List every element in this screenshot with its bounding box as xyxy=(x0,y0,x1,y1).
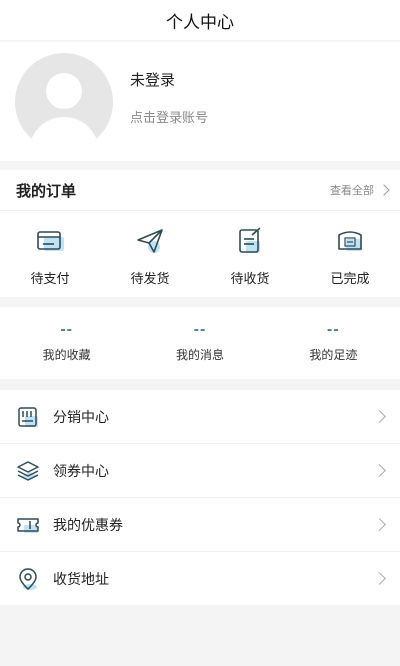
stat-messages-value: -- xyxy=(193,323,207,338)
chevron-right-icon xyxy=(378,184,390,196)
profile-text: 未登录 点击登录账号 xyxy=(130,53,330,151)
menu-item-address[interactable]: 收货地址 xyxy=(0,552,400,605)
layers-icon xyxy=(17,460,39,481)
orders-section: 我的订单 查看全部 待支付 待发货 待收货 已完成 xyxy=(0,170,400,297)
orders-header: 我的订单 查看全部 xyxy=(0,170,400,211)
view-all-orders-link[interactable]: 查看全部 xyxy=(330,182,390,198)
menu-item-address-label: 收货地址 xyxy=(53,571,109,588)
profile-name: 未登录 xyxy=(130,70,176,89)
stat-favorites[interactable]: -- 我的收藏 xyxy=(0,307,133,379)
wallet-icon xyxy=(37,231,64,251)
page-title: 个人中心 xyxy=(166,12,234,33)
stat-messages[interactable]: -- 我的消息 xyxy=(133,307,266,379)
stats-section: -- 我的收藏 -- 我的消息 -- 我的足迹 xyxy=(0,307,400,379)
menu-item-my-coupons[interactable]: 我的优惠券 xyxy=(0,498,400,552)
order-pending-shipment-label: 待发货 xyxy=(130,272,170,287)
menu-item-my-coupons-label: 我的优惠券 xyxy=(53,517,123,534)
view-all-label: 查看全部 xyxy=(330,184,374,197)
avatar-head-icon xyxy=(46,72,82,109)
coupon-icon xyxy=(17,517,39,533)
chevron-right-icon xyxy=(373,410,386,423)
stat-history-label: 我的足迹 xyxy=(309,348,358,362)
stat-favorites-value: -- xyxy=(60,323,74,338)
chevron-right-icon xyxy=(373,464,386,477)
menu-item-coupon-center-label: 领券中心 xyxy=(53,463,109,480)
orders-title: 我的订单 xyxy=(16,181,77,200)
page-header: 个人中心 xyxy=(0,0,400,40)
order-pending-receipt-label: 待收货 xyxy=(230,272,270,287)
avatar-body-icon xyxy=(29,116,99,151)
order-completed[interactable]: 已完成 xyxy=(300,211,400,297)
login-link[interactable]: 点击登录账号 xyxy=(130,107,208,126)
completed-ticket-icon xyxy=(338,231,362,251)
profile-card[interactable]: 未登录 点击登录账号 xyxy=(0,42,400,161)
store-icon xyxy=(18,406,38,427)
order-pending-payment[interactable]: 待支付 xyxy=(0,211,100,297)
menu-item-coupon-center[interactable]: 领券中心 xyxy=(0,444,400,498)
menu-item-distribution[interactable]: 分销中心 xyxy=(0,390,400,444)
order-pending-shipment[interactable]: 待发货 xyxy=(100,211,200,297)
stat-history[interactable]: -- 我的足迹 xyxy=(267,307,400,379)
order-pending-payment-label: 待支付 xyxy=(30,272,70,287)
clipboard-pen-icon xyxy=(239,227,261,253)
stat-history-value: -- xyxy=(326,323,340,338)
order-status-row: 待支付 待发货 待收货 已完成 xyxy=(0,211,400,297)
order-completed-label: 已完成 xyxy=(330,272,370,287)
avatar[interactable] xyxy=(15,52,113,151)
menu-item-distribution-label: 分销中心 xyxy=(53,409,109,426)
chevron-right-icon xyxy=(373,518,386,531)
stat-messages-label: 我的消息 xyxy=(175,348,224,362)
order-pending-receipt[interactable]: 待收货 xyxy=(200,211,300,297)
stat-favorites-label: 我的收藏 xyxy=(42,348,91,362)
location-pin-icon xyxy=(19,567,37,590)
menu-list: 分销中心 领券中心 我的优惠券 收货地址 xyxy=(0,390,400,605)
paper-plane-icon xyxy=(137,229,163,253)
chevron-right-icon xyxy=(373,572,386,585)
